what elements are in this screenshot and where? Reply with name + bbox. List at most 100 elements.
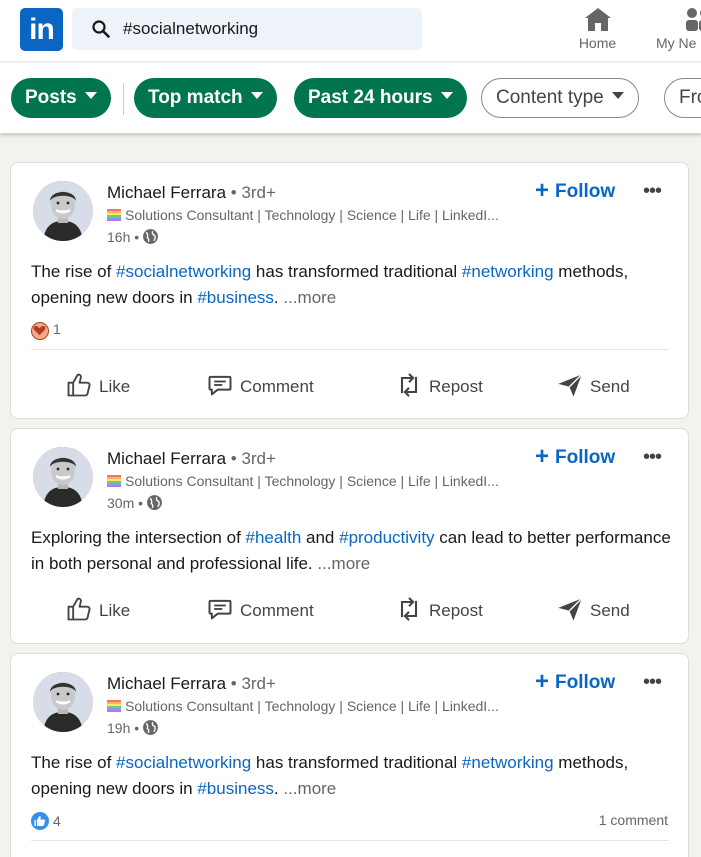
like-label: Like: [99, 377, 131, 396]
plus-icon: +: [535, 668, 550, 695]
avatar[interactable]: [33, 672, 93, 732]
follow-label: Follow: [555, 672, 616, 693]
more-options-icon[interactable]: •••: [643, 446, 662, 469]
rainbow-flag-icon: [107, 475, 121, 487]
my-network-icon: [686, 8, 701, 31]
chevron-down-icon: [611, 92, 624, 100]
linkedin-logo[interactable]: in: [20, 8, 63, 51]
chevron-down-icon: [250, 92, 263, 100]
post-timestamp: 16h •: [107, 228, 159, 245]
reactions-summary[interactable]: 1: [31, 321, 61, 340]
see-more-link[interactable]: ...more: [317, 554, 370, 573]
author-headline: Solutions Consultant | Technology | Scie…: [107, 207, 499, 223]
more-options-icon[interactable]: •••: [643, 180, 662, 203]
hashtag-link[interactable]: #socialnetworking: [116, 753, 251, 772]
post-text-segment: .: [273, 779, 284, 798]
home-icon: [584, 8, 611, 31]
like-icon: [31, 812, 49, 830]
connection-degree: • 3rd+: [226, 183, 276, 202]
hashtag-link[interactable]: #productivity: [339, 528, 434, 547]
hashtag-link[interactable]: #business: [197, 288, 274, 307]
hashtag-link[interactable]: #socialnetworking: [116, 262, 251, 281]
plus-icon: +: [535, 177, 550, 204]
post-time-text: 30m •: [107, 495, 144, 511]
author-line[interactable]: Michael Ferrara • 3rd+: [107, 674, 276, 694]
nav-my-network[interactable]: My Ne: [650, 6, 701, 51]
filter-content-type[interactable]: Content type: [481, 78, 639, 118]
see-more-link[interactable]: ...more: [283, 288, 336, 307]
send-icon: [558, 598, 583, 621]
rainbow-flag-icon: [107, 700, 121, 712]
connection-degree: • 3rd+: [226, 674, 276, 693]
repost-icon: [400, 597, 418, 621]
reaction-count: 1: [53, 321, 61, 337]
author-headline-text: Solutions Consultant | Technology | Scie…: [125, 207, 499, 223]
author-headline-text: Solutions Consultant | Technology | Scie…: [125, 473, 499, 489]
globe-icon: [143, 720, 159, 735]
connection-degree: • 3rd+: [226, 449, 276, 468]
comment-button[interactable]: Comment: [206, 371, 314, 399]
filter-from-label: Fro: [679, 87, 701, 108]
follow-button[interactable]: + Follow: [535, 177, 615, 205]
nav-home[interactable]: Home: [570, 6, 625, 51]
author-headline: Solutions Consultant | Technology | Scie…: [107, 473, 499, 489]
send-button[interactable]: Send: [556, 595, 630, 623]
comment-icon: [208, 599, 232, 620]
avatar-photo: [33, 672, 93, 732]
filter-content-type-label: Content type: [496, 87, 604, 108]
more-options-icon[interactable]: •••: [643, 671, 662, 694]
hashtag-link[interactable]: #health: [246, 528, 302, 547]
author-name[interactable]: Michael Ferrara: [107, 449, 226, 468]
chevron-down-icon: [440, 92, 453, 100]
search-filters-bar: Posts Top match Past 24 hours Content ty…: [0, 63, 701, 133]
post-text-segment: has transformed traditional: [251, 753, 462, 772]
hashtag-link[interactable]: #business: [197, 779, 274, 798]
search-bar[interactable]: #socialnetworking: [72, 8, 422, 50]
post-text-segment: The rise of: [31, 262, 117, 281]
follow-label: Follow: [555, 447, 616, 468]
post-text-segment: .: [273, 288, 284, 307]
send-button[interactable]: Send: [556, 371, 630, 399]
post-text-segment: has transformed traditional: [251, 262, 462, 281]
filter-date-posted[interactable]: Past 24 hours: [294, 78, 467, 118]
send-label: Send: [590, 601, 630, 620]
author-line[interactable]: Michael Ferrara • 3rd+: [107, 449, 276, 469]
hashtag-link[interactable]: #networking: [462, 753, 554, 772]
search-input[interactable]: #socialnetworking: [123, 19, 258, 39]
see-more-link[interactable]: ...more: [283, 779, 336, 798]
reaction-count: 4: [53, 813, 61, 829]
like-button[interactable]: Like: [65, 595, 130, 623]
post-card: Michael Ferrara • 3rd+ Solutions Consult…: [10, 428, 689, 644]
like-icon: [67, 373, 91, 397]
post-body: Exploring the intersection of #health an…: [31, 525, 671, 577]
reactions-summary[interactable]: 4: [31, 812, 61, 830]
post-body: The rise of #socialnetworking has transf…: [31, 750, 671, 802]
filter-posts[interactable]: Posts: [11, 78, 111, 118]
comment-button[interactable]: Comment: [206, 595, 314, 623]
author-name[interactable]: Michael Ferrara: [107, 674, 226, 693]
hashtag-link[interactable]: #networking: [462, 262, 554, 281]
send-label: Send: [590, 377, 630, 396]
filter-date-posted-label: Past 24 hours: [308, 87, 433, 108]
comment-icon: [208, 375, 232, 396]
avatar[interactable]: [33, 447, 93, 507]
globe-icon: [147, 495, 162, 510]
post-card: Michael Ferrara • 3rd+ Solutions Consult…: [10, 162, 689, 419]
post-time-text: 19h •: [107, 720, 140, 736]
filter-top-match[interactable]: Top match: [134, 78, 277, 118]
globe-icon: [143, 229, 159, 244]
search-icon: [92, 20, 110, 38]
author-name[interactable]: Michael Ferrara: [107, 183, 226, 202]
filter-divider: [123, 83, 124, 115]
post-timestamp: 30m •: [107, 494, 163, 511]
avatar[interactable]: [33, 181, 93, 241]
follow-button[interactable]: + Follow: [535, 443, 615, 471]
filter-from[interactable]: Fro: [664, 78, 701, 118]
repost-button[interactable]: Repost: [395, 595, 483, 623]
author-line[interactable]: Michael Ferrara • 3rd+: [107, 183, 276, 203]
comments-count[interactable]: 1 comment: [599, 812, 668, 828]
comment-label: Comment: [240, 601, 314, 620]
repost-button[interactable]: Repost: [395, 371, 483, 399]
like-button[interactable]: Like: [65, 371, 130, 399]
follow-button[interactable]: + Follow: [535, 668, 615, 696]
